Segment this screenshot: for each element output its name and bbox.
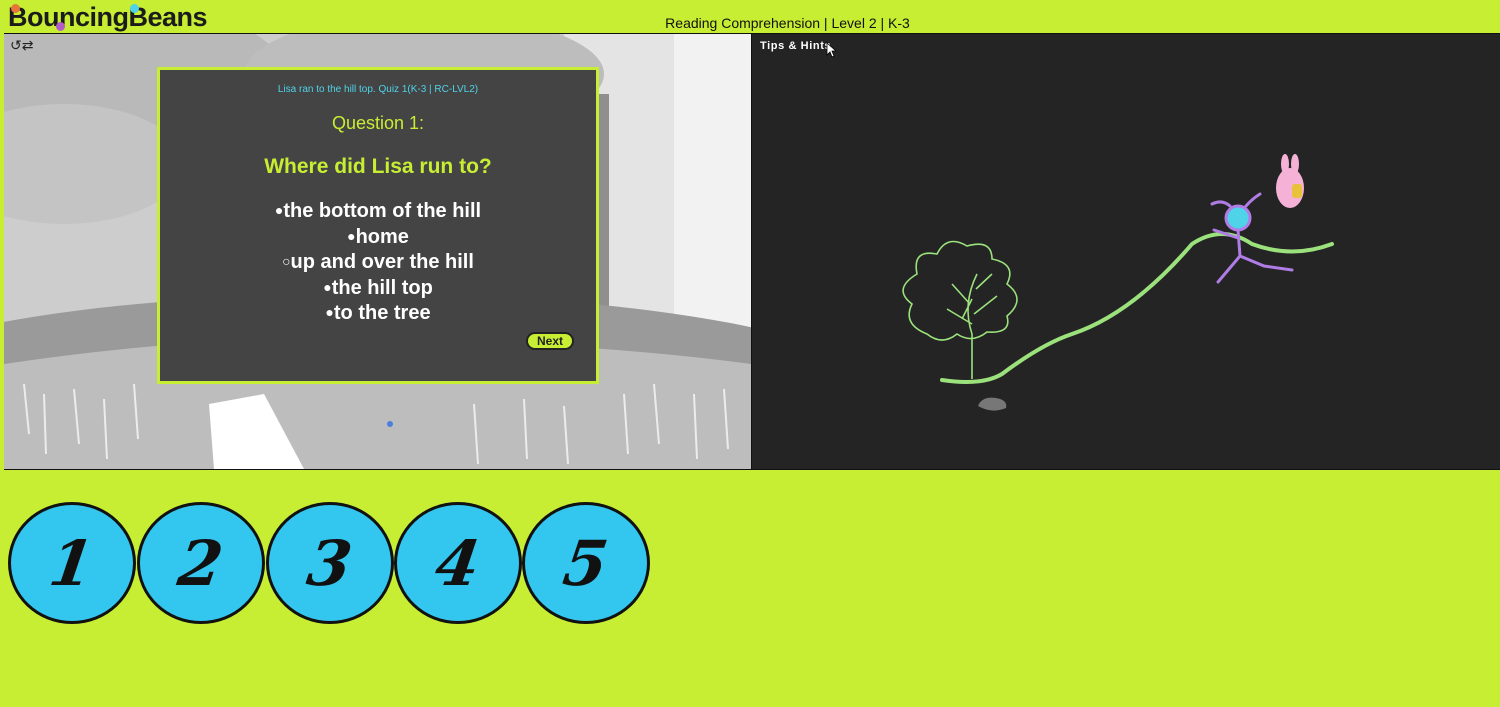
next-button[interactable]: Next <box>526 332 574 350</box>
number-label: 4 <box>431 526 485 600</box>
answer-option[interactable]: ●to the tree <box>160 300 596 326</box>
number-label: 2 <box>174 526 228 600</box>
tree-icon <box>902 240 1018 379</box>
number-label: 1 <box>45 526 99 600</box>
radio-bullet-icon[interactable]: ● <box>325 304 333 320</box>
number-button-4[interactable]: 4 <box>394 502 522 624</box>
radio-bullet-icon[interactable]: ○ <box>282 253 290 269</box>
answer-option[interactable]: ●home <box>160 224 596 250</box>
answer-label: up and over the hill <box>290 251 474 273</box>
number-button-5[interactable]: 5 <box>522 502 650 624</box>
lesson-title: Reading Comprehension | Level 2 | K-3 <box>665 15 910 31</box>
logo-dot-cyan <box>130 4 139 13</box>
question-number: Question 1: <box>331 113 425 133</box>
character-icon <box>1210 192 1294 284</box>
number-button-2[interactable]: 2 <box>137 502 265 624</box>
answer-option[interactable]: ○up and over the hill <box>160 249 596 275</box>
number-button-3[interactable]: 3 <box>266 502 394 624</box>
number-label: 3 <box>303 526 357 600</box>
answer-list: ●the bottom of the hill ●home ○up and ov… <box>160 198 596 326</box>
answer-option[interactable]: ●the hill top <box>160 275 596 301</box>
answer-label: the bottom of the hill <box>283 200 482 222</box>
header-bar: BouncingBeans Reading Comprehension | Le… <box>0 0 1500 33</box>
question-text: Where did Lisa run to? <box>264 155 492 178</box>
answer-label: home <box>355 225 409 248</box>
tips-hints-pane: Tips & Hints <box>752 34 1500 469</box>
quiz-reference: Lisa ran to the hill top. Quiz 1(K-3 | R… <box>277 84 479 95</box>
stage: ↺⇄ Lisa ran to the hill top. Quiz 1(K-3 … <box>4 33 1500 470</box>
arrow-swap-icon[interactable]: ↺⇄ <box>10 39 33 53</box>
answer-label: the hill top <box>331 276 433 299</box>
story-illustration-pane: ↺⇄ Lisa ran to the hill top. Quiz 1(K-3 … <box>4 34 751 469</box>
bunny-icon <box>1276 154 1304 208</box>
number-label: 5 <box>559 526 613 600</box>
answer-option[interactable]: ●the bottom of the hill <box>160 198 596 224</box>
answer-label: to the tree <box>333 302 431 324</box>
logo-dot-orange <box>11 4 20 13</box>
number-button-1[interactable]: 1 <box>8 502 136 624</box>
radio-bullet-icon[interactable]: ● <box>347 228 355 244</box>
hill-run-illustration <box>902 154 1334 411</box>
radio-bullet-icon[interactable]: ● <box>323 279 331 295</box>
quiz-card: Lisa ran to the hill top. Quiz 1(K-3 | R… <box>157 67 599 384</box>
